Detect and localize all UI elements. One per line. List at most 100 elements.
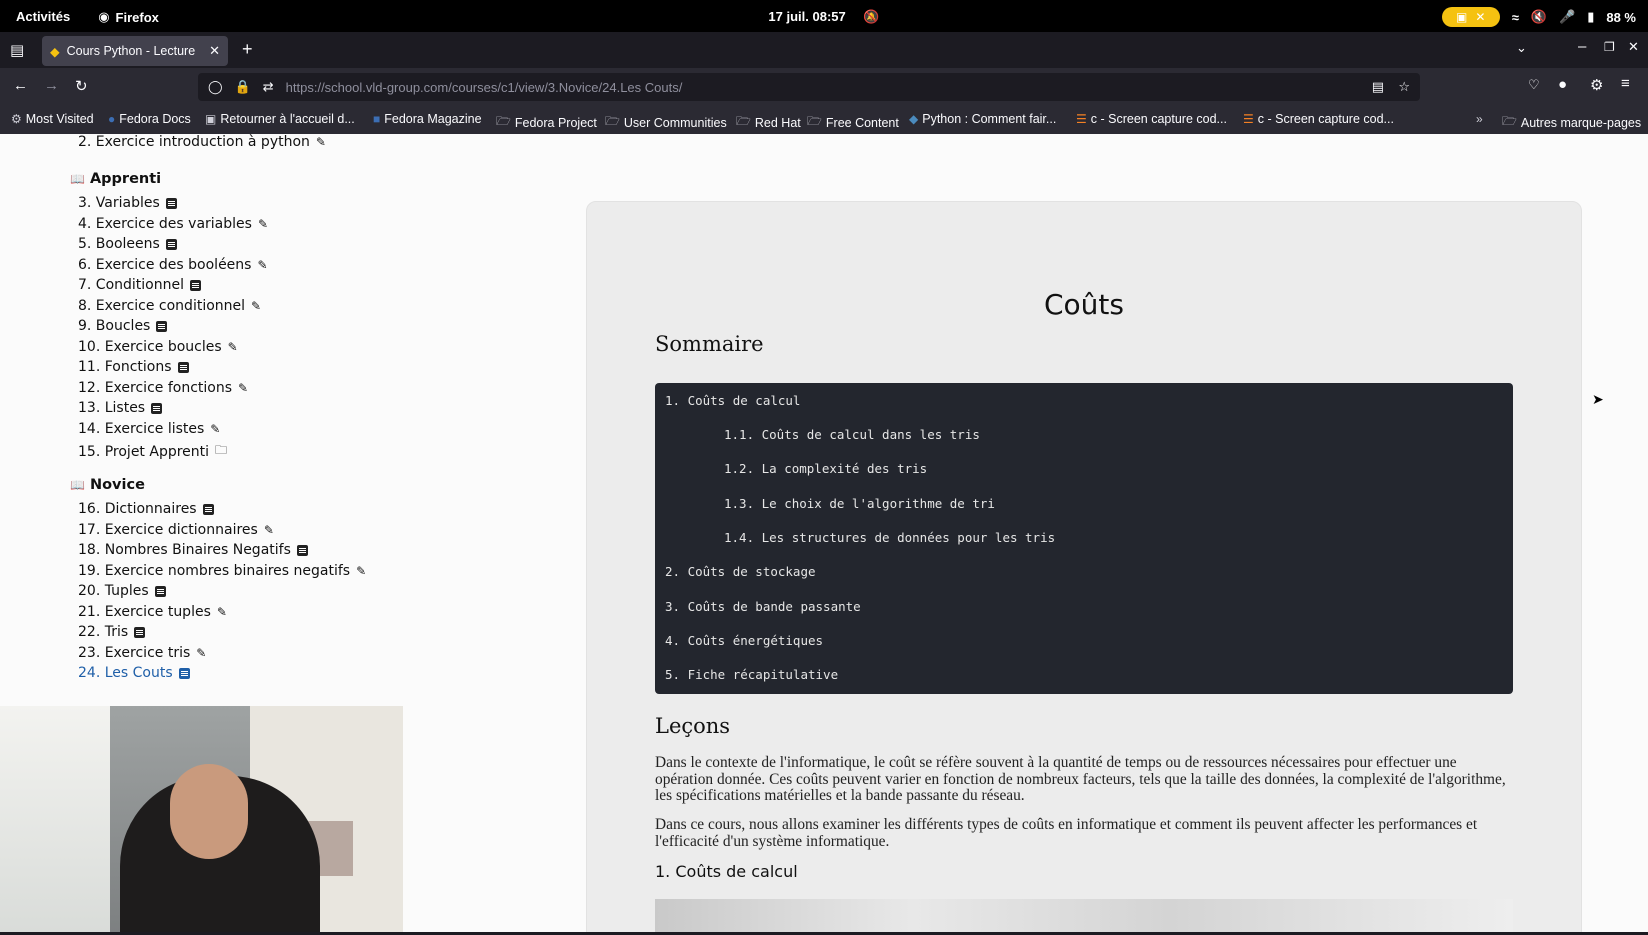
new-tab-icon[interactable]: + [242, 39, 253, 60]
python-icon: ◆ [909, 112, 919, 126]
sidebar-item-label: 9. Boucles [78, 318, 151, 334]
sidebar-item[interactable]: 22. Tris [78, 624, 146, 640]
sidebar-item[interactable]: 7. Conditionnel [78, 277, 201, 293]
sidebar-item[interactable]: 3. Variables [78, 195, 177, 211]
volume-muted-icon[interactable]: 🔇 [1531, 9, 1547, 25]
tracking-protection-icon[interactable]: ◯ [208, 79, 223, 95]
bookmark-other-bookmarks[interactable]: 🗁 Autres marque-pages [1502, 112, 1641, 133]
toc-item[interactable]: 1.2. La complexité des tris [724, 461, 927, 476]
toc-item[interactable]: 1.3. Le choix de l'algorithme de tri [724, 496, 995, 511]
url-bar[interactable]: ◯ 🔒 ⇄ https://school.vld-group.com/cours… [198, 73, 1420, 101]
tab-close-icon[interactable]: ✕ [209, 43, 220, 59]
toc-item[interactable]: 5. Fiche récapitulative [665, 667, 838, 682]
battery-icon[interactable]: ▮ [1587, 9, 1594, 25]
sidebar-item[interactable]: 12. Exercice fonctions ✎ [78, 380, 248, 396]
pencil-icon: ✎ [251, 298, 262, 313]
sidebar-item[interactable]: 2. Exercice introduction à python ✎ [78, 134, 326, 150]
close-window-icon[interactable]: ✕ [1628, 39, 1639, 55]
pencil-icon: ✎ [315, 135, 326, 149]
toc-item[interactable]: 1. Coûts de calcul [665, 393, 800, 408]
sidebar-item[interactable]: 8. Exercice conditionnel ✎ [78, 298, 261, 314]
screen-share-indicator[interactable]: ▣ ✕ [1441, 7, 1500, 27]
sidebar-item-active[interactable]: 24. Les Couts [78, 665, 190, 681]
chevron-double-right-icon: » [1476, 112, 1483, 126]
bookmark-screen-capture-1[interactable]: ☰ c - Screen capture cod... [1076, 112, 1227, 126]
document-icon [190, 279, 201, 291]
bookmark-star-icon[interactable]: ☆ [1398, 79, 1410, 95]
document-icon [296, 544, 308, 556]
table-of-contents: 1. Coûts de calcul 1.1. Coûts de calcul … [655, 383, 1513, 694]
fedora-magazine-icon: ■ [373, 112, 381, 126]
sidebar-item[interactable]: 6. Exercice des booléens ✎ [78, 257, 268, 273]
extensions-icon[interactable]: ⚙ [1590, 76, 1603, 94]
account-icon[interactable]: ● [1558, 76, 1567, 93]
toc-item[interactable]: 2. Coûts de stockage [665, 564, 816, 579]
sidebar-item[interactable]: 4. Exercice des variables ✎ [78, 216, 268, 232]
sidebar-item[interactable]: 16. Dictionnaires [78, 501, 214, 517]
firefox-view-icon[interactable]: ▤ [10, 41, 24, 59]
reload-icon[interactable]: ↻ [75, 77, 88, 95]
sidebar-item[interactable]: 19. Exercice nombres binaires negatifs ✎ [78, 563, 366, 579]
section-novice: 📖 Novice [70, 477, 145, 493]
sidebar-item-label: 23. Exercice tris [78, 644, 191, 661]
bookmark-user-communities[interactable]: 🗁 User Communities [605, 112, 727, 133]
sidebar-item[interactable]: 10. Exercice boucles ✎ [78, 339, 238, 355]
bookmark-fedora-docs[interactable]: ● Fedora Docs [108, 112, 191, 126]
stackoverflow-icon: ☰ [1076, 112, 1087, 126]
minimize-icon[interactable]: – [1578, 38, 1586, 55]
site-icon: ▣ [205, 112, 217, 126]
tab-title: Cours Python - Lecture [66, 44, 196, 58]
wifi-icon[interactable]: ≈ [1512, 10, 1519, 25]
sidebar-item[interactable]: 15. Projet Apprenti 🗀 [78, 441, 227, 462]
bookmark-screen-capture-2[interactable]: ☰ c - Screen capture cod... [1243, 112, 1394, 126]
toc-item[interactable]: 3. Coûts de bande passante [665, 599, 861, 614]
bookmark-fedora-magazine[interactable]: ■ Fedora Magazine [373, 112, 482, 126]
sidebar-item[interactable]: 18. Nombres Binaires Negatifs [78, 542, 308, 558]
sidebar-item[interactable]: 14. Exercice listes ✎ [78, 421, 220, 437]
bookmark-fedora-project[interactable]: 🗁 Fedora Project [496, 112, 597, 133]
sidebar-item[interactable]: 13. Listes [78, 400, 163, 416]
sidebar-item[interactable]: 11. Fonctions [78, 359, 189, 375]
sidebar-item-label: 13. Listes [78, 400, 146, 416]
sidebar-item[interactable]: 20. Tuples [78, 583, 166, 599]
sidebar-item[interactable]: 23. Exercice tris ✎ [78, 645, 206, 661]
forward-icon[interactable]: → [44, 77, 59, 94]
pencil-icon: ✎ [227, 339, 238, 354]
tab-cours-python[interactable]: ◆ Cours Python - Lecture ✕ [42, 36, 228, 66]
back-icon[interactable]: ← [13, 77, 28, 94]
sidebar-item[interactable]: 9. Boucles [78, 318, 168, 334]
bookmarks-overflow[interactable]: » [1476, 112, 1483, 126]
toc-item[interactable]: 4. Coûts énergétiques [665, 633, 823, 648]
section-subheading: 1. Coûts de calcul [655, 862, 798, 881]
restore-icon[interactable]: ❐ [1604, 40, 1615, 54]
bookmark-free-content[interactable]: 🗁 Free Content [807, 112, 899, 133]
toc-item[interactable]: 1.4. Les structures de données pour les … [724, 530, 1055, 545]
sidebar-item-label: 10. Exercice boucles [78, 338, 222, 355]
webcam-window-light [0, 706, 110, 932]
page-title: Coûts [1044, 288, 1124, 321]
menu-icon[interactable]: ≡ [1621, 75, 1630, 92]
bookmark-red-hat[interactable]: 🗁 Red Hat [736, 112, 801, 133]
toc-item[interactable]: 1.1. Coûts de calcul dans les tris [724, 427, 980, 442]
bookmark-python-comment[interactable]: ◆ Python : Comment fair... [909, 112, 1056, 126]
bookmark-most-visited[interactable]: ⚙ Most Visited [11, 112, 94, 126]
pencil-icon: ✎ [238, 380, 249, 395]
tab-bar: ▤ ◆ Cours Python - Lecture ✕ + ⌄ – ❐ ✕ [0, 32, 1648, 68]
permissions-icon[interactable]: ⇄ [263, 79, 274, 95]
sidebar-item[interactable]: 21. Exercice tuples ✎ [78, 604, 227, 620]
bookmark-retourner[interactable]: ▣ Retourner à l'accueil d... [205, 112, 355, 126]
sidebar-item[interactable]: 17. Exercice dictionnaires ✎ [78, 522, 274, 538]
sidebar-item-label: 17. Exercice dictionnaires [78, 521, 258, 538]
sidebar-item[interactable]: 5. Booleens [78, 236, 177, 252]
pencil-icon: ✎ [257, 216, 268, 231]
lesson-card: Coûts Sommaire 1. Coûts de calcul 1.1. C… [586, 201, 1582, 932]
list-all-tabs-icon[interactable]: ⌄ [1516, 40, 1527, 56]
pocket-icon[interactable]: ♡ [1528, 77, 1540, 93]
lock-icon[interactable]: 🔒 [235, 79, 251, 95]
webcam-overlay [0, 706, 403, 932]
document-icon [177, 361, 189, 373]
microphone-icon[interactable]: 🎤 [1559, 9, 1575, 25]
do-not-disturb-icon: 🔕 [863, 9, 880, 24]
reader-view-icon[interactable]: ▤ [1372, 79, 1384, 95]
clock[interactable]: 17 juil. 08:57 [768, 9, 845, 24]
